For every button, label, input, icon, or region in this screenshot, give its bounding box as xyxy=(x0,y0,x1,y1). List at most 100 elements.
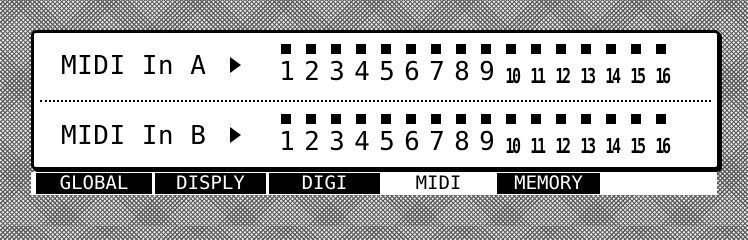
channel-6-toggle[interactable]: 6 xyxy=(399,37,425,97)
square-marker-icon xyxy=(481,114,491,124)
channel-number: 3 xyxy=(329,57,345,87)
lcd-screen: MIDI In A 1 2 3 4 5 6 7 8 9 10 11 12 13 14 15 16 MIDI I… xyxy=(31,30,720,170)
square-marker-icon xyxy=(656,44,666,54)
square-marker-icon xyxy=(656,114,666,124)
midi-in-b-channels: 1 2 3 4 5 6 7 8 9 10 11 12 13 14 15 16 xyxy=(274,107,674,167)
channel-number: 12 xyxy=(555,64,571,88)
channel-number: 14 xyxy=(605,134,621,158)
channel-14-toggle[interactable]: 14 xyxy=(599,37,625,97)
channel-3-toggle[interactable]: 3 xyxy=(324,107,350,167)
channel-16-toggle[interactable]: 16 xyxy=(649,37,675,97)
square-marker-icon xyxy=(356,44,366,54)
channel-number: 1 xyxy=(279,127,295,157)
channel-3-toggle[interactable]: 3 xyxy=(324,37,350,97)
channel-5-toggle[interactable]: 5 xyxy=(374,37,400,97)
square-marker-icon xyxy=(331,44,341,54)
square-marker-icon xyxy=(556,44,566,54)
channel-7-toggle[interactable]: 7 xyxy=(424,37,450,97)
channel-7-toggle[interactable]: 7 xyxy=(424,107,450,167)
channel-8-toggle[interactable]: 8 xyxy=(449,37,475,97)
square-marker-icon xyxy=(306,114,316,124)
channel-9-toggle[interactable]: 9 xyxy=(474,37,500,97)
channel-number: 13 xyxy=(580,64,596,88)
square-marker-icon xyxy=(431,114,441,124)
channel-4-toggle[interactable]: 4 xyxy=(349,107,375,167)
midi-in-a-label: MIDI In A xyxy=(61,51,207,81)
tab-digi[interactable]: DIGI xyxy=(269,173,380,194)
channel-number: 15 xyxy=(630,64,646,88)
square-marker-icon xyxy=(281,44,291,54)
channel-2-toggle[interactable]: 2 xyxy=(299,107,325,167)
channel-number: 13 xyxy=(580,134,596,158)
square-marker-icon xyxy=(356,114,366,124)
tab-midi[interactable]: MIDI xyxy=(383,173,494,194)
midi-in-a-row[interactable]: MIDI In A 1 2 3 4 5 6 7 8 9 10 11 12 13 14 15 16 xyxy=(34,33,717,99)
channel-5-toggle[interactable]: 5 xyxy=(374,107,400,167)
square-marker-icon xyxy=(581,114,591,124)
square-marker-icon xyxy=(631,114,641,124)
square-marker-icon xyxy=(581,44,591,54)
midi-in-a-channels: 1 2 3 4 5 6 7 8 9 10 11 12 13 14 15 16 xyxy=(274,37,674,97)
square-marker-icon xyxy=(531,44,541,54)
channel-number: 7 xyxy=(429,57,445,87)
channel-12-toggle[interactable]: 12 xyxy=(549,37,575,97)
channel-number: 6 xyxy=(404,127,420,157)
channel-4-toggle[interactable]: 4 xyxy=(349,37,375,97)
channel-2-toggle[interactable]: 2 xyxy=(299,37,325,97)
square-marker-icon xyxy=(506,114,516,124)
channel-number: 9 xyxy=(479,127,495,157)
channel-number: 8 xyxy=(454,57,470,87)
square-marker-icon xyxy=(631,44,641,54)
channel-9-toggle[interactable]: 9 xyxy=(474,107,500,167)
channel-number: 4 xyxy=(354,127,370,157)
channel-number: 8 xyxy=(454,127,470,157)
channel-15-toggle[interactable]: 15 xyxy=(624,107,650,167)
channel-6-toggle[interactable]: 6 xyxy=(399,107,425,167)
channel-number: 15 xyxy=(630,134,646,158)
channel-number: 5 xyxy=(379,127,395,157)
channel-12-toggle[interactable]: 12 xyxy=(549,107,575,167)
channel-10-toggle[interactable]: 10 xyxy=(499,107,525,167)
square-marker-icon xyxy=(606,114,616,124)
channel-8-toggle[interactable]: 8 xyxy=(449,107,475,167)
square-marker-icon xyxy=(456,44,466,54)
square-marker-icon xyxy=(531,114,541,124)
channel-number: 3 xyxy=(329,127,345,157)
square-marker-icon xyxy=(481,44,491,54)
square-marker-icon xyxy=(281,114,291,124)
square-marker-icon xyxy=(381,44,391,54)
square-marker-icon xyxy=(406,114,416,124)
channel-number: 5 xyxy=(379,57,395,87)
channel-number: 16 xyxy=(655,64,671,88)
channel-13-toggle[interactable]: 13 xyxy=(574,107,600,167)
channel-16-toggle[interactable]: 16 xyxy=(649,107,675,167)
tab-global[interactable]: GLOBAL xyxy=(36,173,152,194)
channel-1-toggle[interactable]: 1 xyxy=(274,37,300,97)
square-marker-icon xyxy=(331,114,341,124)
channel-number: 4 xyxy=(354,57,370,87)
channel-number: 2 xyxy=(304,127,320,157)
row-divider xyxy=(40,100,711,102)
channel-number: 9 xyxy=(479,57,495,87)
midi-in-b-label: MIDI In B xyxy=(61,121,207,151)
channel-15-toggle[interactable]: 15 xyxy=(624,37,650,97)
channel-number: 16 xyxy=(655,134,671,158)
square-marker-icon xyxy=(456,114,466,124)
channel-number: 7 xyxy=(429,127,445,157)
channel-number: 14 xyxy=(605,64,621,88)
square-marker-icon xyxy=(381,114,391,124)
channel-10-toggle[interactable]: 10 xyxy=(499,37,525,97)
channel-11-toggle[interactable]: 11 xyxy=(524,107,550,167)
midi-in-b-row[interactable]: MIDI In B 1 2 3 4 5 6 7 8 9 10 11 12 13 14 15 16 xyxy=(34,103,717,169)
channel-1-toggle[interactable]: 1 xyxy=(274,107,300,167)
channel-11-toggle[interactable]: 11 xyxy=(524,37,550,97)
triangle-right-icon xyxy=(230,57,241,73)
tab-disply[interactable]: DISPLY xyxy=(155,173,266,194)
tab-memory[interactable]: MEMORY xyxy=(497,173,600,194)
square-marker-icon xyxy=(431,44,441,54)
channel-number: 1 xyxy=(279,57,295,87)
channel-13-toggle[interactable]: 13 xyxy=(574,37,600,97)
channel-14-toggle[interactable]: 14 xyxy=(599,107,625,167)
triangle-right-icon xyxy=(230,127,241,143)
square-marker-icon xyxy=(306,44,316,54)
